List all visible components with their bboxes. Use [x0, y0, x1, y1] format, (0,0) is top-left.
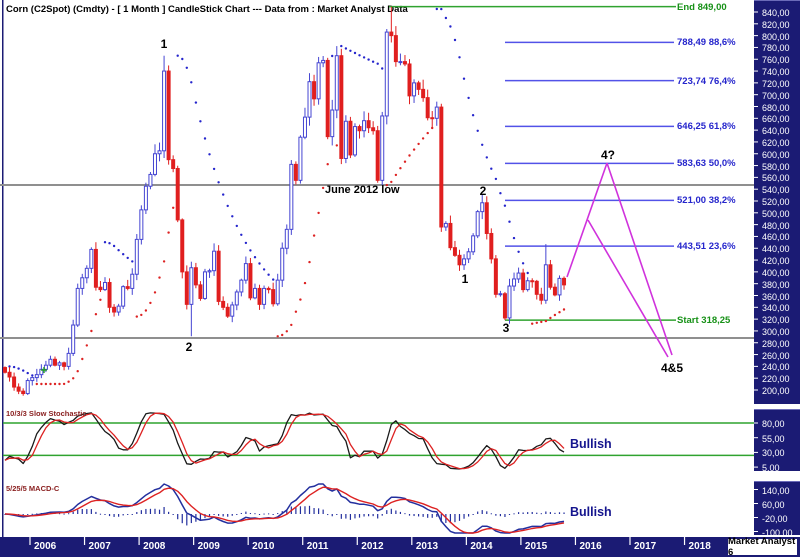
fibonacci-lines-group: [389, 7, 676, 320]
stochastic-guides-group: [3, 423, 754, 455]
wave-projection-lines-group: [567, 163, 672, 357]
market-analyst-chart-window: Corn (C2Spot) (Cmdty) - [ 1 Month ] Cand…: [0, 0, 800, 557]
parabolic-sar-dots-group: [8, 8, 565, 385]
macd-lines-group: [5, 484, 564, 533]
stochastic-lines-group: [5, 413, 564, 469]
chart-canvas[interactable]: [0, 0, 800, 557]
market-analyst-watermark: Market Analyst 6: [726, 537, 799, 557]
axis-panels-group: [0, 0, 800, 557]
